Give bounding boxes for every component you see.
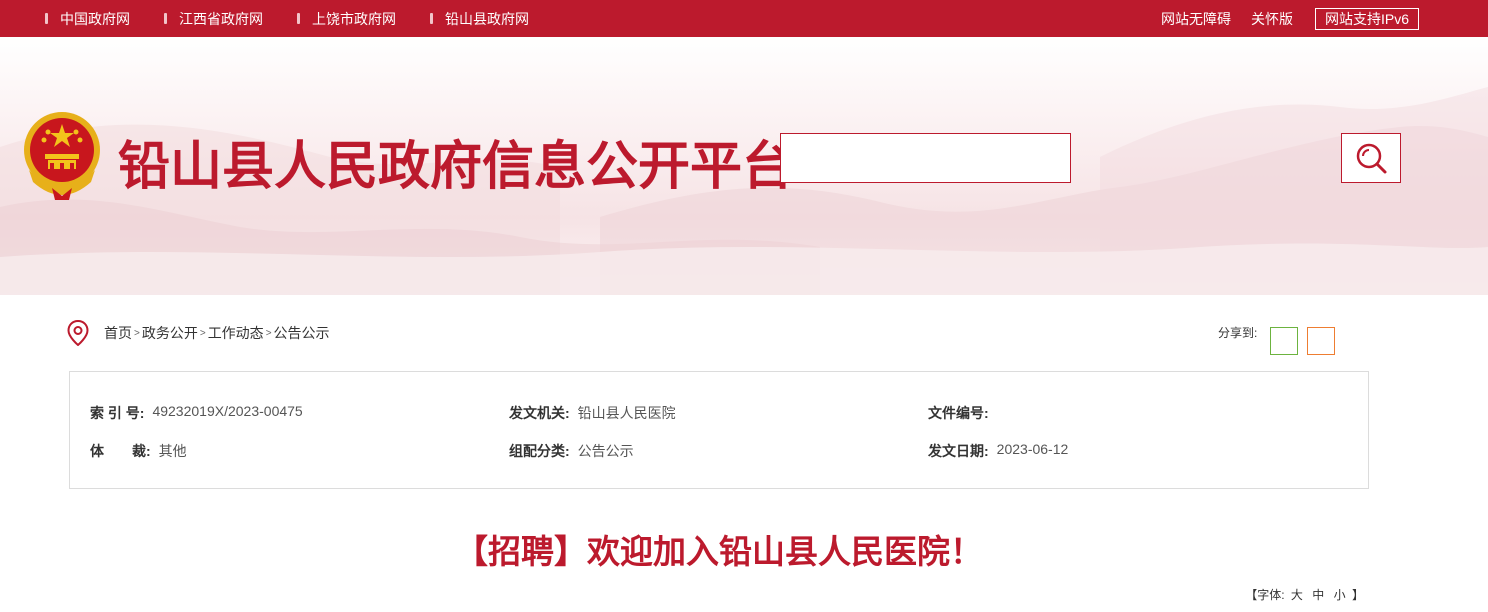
link-china-gov[interactable]: 中国政府网	[45, 9, 130, 29]
bullet-icon	[45, 13, 48, 24]
meta-value: 公告公示	[577, 443, 634, 459]
breadcrumb-separator: >	[265, 327, 272, 339]
link-label: 中国政府网	[60, 10, 130, 27]
top-right-links: 网站无障碍 关怀版 网站支持IPv6	[1141, 0, 1419, 37]
search-button[interactable]	[1341, 133, 1401, 183]
meta-label: 文件编号:	[928, 405, 989, 421]
font-size-large[interactable]: 大	[1291, 588, 1303, 602]
content-panel: 首页 > 政务公开 > 工作动态 > 公告公示 分享到: 索 引 号: 4923…	[19, 295, 1419, 612]
meta-label: 组配分类:	[509, 443, 570, 459]
link-label: 铅山县政府网	[445, 10, 529, 27]
breadcrumb-separator: >	[134, 327, 140, 339]
meta-value: 其他	[158, 443, 187, 459]
meta-label: 体 裁:	[90, 443, 151, 459]
meta-value: 铅山县人民医院	[577, 405, 676, 421]
meta-value: 49232019X/2023-00475	[152, 403, 303, 419]
bullet-icon	[164, 13, 167, 24]
meta-issuer: 发文机关: 铅山县人民医院	[509, 403, 676, 423]
share-weibo-button[interactable]	[1307, 327, 1335, 355]
breadcrumb-announcements[interactable]: 公告公示	[274, 323, 330, 343]
share-wechat-button[interactable]	[1270, 327, 1298, 355]
top-bar: 中国政府网 江西省政府网 上饶市政府网 铅山县政府网 网站无障碍 关怀版 网站支…	[0, 0, 1488, 37]
breadcrumb-separator: >	[199, 327, 206, 339]
font-size-medium[interactable]: 中	[1312, 588, 1324, 602]
link-jiangxi-gov[interactable]: 江西省政府网	[164, 9, 263, 29]
meta-genre: 体 裁: 其他	[90, 441, 187, 461]
font-size-prefix: 【字体:	[1245, 588, 1285, 602]
search-icon	[1356, 143, 1387, 174]
accessibility-link[interactable]: 网站无障碍	[1161, 9, 1231, 29]
meta-date: 发文日期: 2023-06-12	[928, 441, 1068, 461]
meta-category: 组配分类: 公告公示	[509, 441, 634, 461]
meta-label: 发文日期:	[928, 443, 989, 459]
ipv6-badge[interactable]: 网站支持IPv6	[1314, 7, 1419, 30]
location-pin-icon	[67, 320, 89, 346]
link-shangrao-gov[interactable]: 上饶市政府网	[297, 9, 396, 29]
breadcrumb: 首页 > 政务公开 > 工作动态 > 公告公示	[67, 320, 330, 346]
header-banner: 铅山县人民政府信息公开平台	[0, 37, 1488, 295]
link-label: 上饶市政府网	[312, 10, 396, 27]
meta-docno: 文件编号:	[928, 403, 997, 423]
site-title: 铅山县人民政府信息公开平台	[118, 137, 795, 197]
meta-index: 索 引 号: 49232019X/2023-00475	[90, 403, 303, 423]
search-input[interactable]	[780, 133, 1071, 183]
breadcrumb-gov-affairs[interactable]: 政务公开	[142, 323, 198, 343]
share-label: 分享到:	[1218, 326, 1258, 340]
breadcrumb-home[interactable]: 首页	[104, 323, 132, 343]
font-size-suffix: 】	[1351, 588, 1364, 602]
meta-label: 索 引 号:	[90, 405, 145, 421]
bullet-icon	[430, 13, 433, 24]
link-label: 江西省政府网	[179, 10, 263, 27]
meta-label: 发文机关:	[509, 405, 570, 421]
national-emblem-icon	[24, 112, 100, 200]
document-meta-table: 索 引 号: 49232019X/2023-00475 发文机关: 铅山县人民医…	[69, 371, 1369, 489]
font-size-small[interactable]: 小	[1334, 588, 1346, 602]
gov-links: 中国政府网 江西省政府网 上饶市政府网 铅山县政府网	[45, 0, 563, 37]
article-title: 【招聘】欢迎加入铅山县人民医院！	[455, 532, 983, 571]
meta-value: 2023-06-12	[996, 441, 1069, 457]
font-size-switcher: 【字体: 大 中 小 】	[1245, 586, 1364, 603]
bullet-icon	[297, 13, 300, 24]
breadcrumb-work-news[interactable]: 工作动态	[208, 323, 264, 343]
care-mode-link[interactable]: 关怀版	[1251, 9, 1293, 29]
link-yanshan-gov[interactable]: 铅山县政府网	[430, 9, 529, 29]
